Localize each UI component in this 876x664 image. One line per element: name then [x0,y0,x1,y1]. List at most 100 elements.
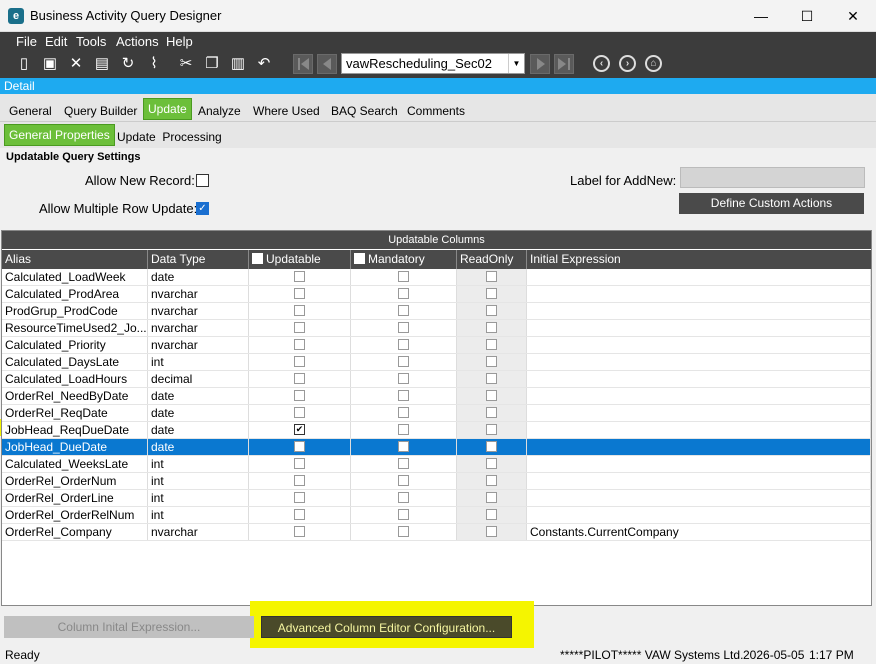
updatable-checkbox[interactable] [294,526,305,537]
mandatory-checkbox[interactable] [398,356,409,367]
cell-mandatory[interactable] [351,439,457,455]
cell-updatable[interactable] [249,473,351,489]
cell-updatable[interactable] [249,337,351,353]
cell-mandatory[interactable] [351,269,457,285]
updatable-all-checkbox[interactable] [252,253,263,264]
updatable-checkbox[interactable] [294,288,305,299]
header-readonly[interactable]: ReadOnly [457,250,527,269]
tab-update[interactable]: Update [143,98,192,120]
menu-tools[interactable]: Tools [76,34,106,49]
cell-initial-expression[interactable] [527,388,871,404]
cell-initial-expression[interactable]: Constants.CurrentCompany [527,524,871,540]
mandatory-all-checkbox[interactable] [354,253,365,264]
header-mandatory[interactable]: Mandatory [351,250,457,269]
cell-mandatory[interactable] [351,371,457,387]
cell-initial-expression[interactable] [527,337,871,353]
cell-readonly[interactable] [457,320,527,336]
brush-icon[interactable]: ⌇ [144,54,164,74]
updatable-checkbox[interactable] [294,356,305,367]
mandatory-checkbox[interactable] [398,424,409,435]
tab-general-properties[interactable]: General Properties [4,124,115,146]
readonly-checkbox[interactable] [486,509,497,520]
tab-general[interactable]: General [9,104,52,118]
cell-mandatory[interactable] [351,490,457,506]
cell-data-type[interactable]: int [148,456,249,472]
chevron-down-icon[interactable]: ▼ [508,54,524,73]
table-row[interactable]: Calculated_LoadWeek date [2,269,871,286]
cell-mandatory[interactable] [351,303,457,319]
table-row[interactable]: ProdGrup_ProdCode nvarchar [2,303,871,320]
readonly-checkbox[interactable] [486,526,497,537]
mandatory-checkbox[interactable] [398,475,409,486]
tab-where-used[interactable]: Where Used [253,104,320,118]
readonly-checkbox[interactable] [486,407,497,418]
cell-alias[interactable]: JobHead_DueDate [2,439,148,455]
cell-updatable[interactable] [249,507,351,523]
cell-readonly[interactable] [457,303,527,319]
updatable-checkbox[interactable] [294,322,305,333]
table-row[interactable]: ResourceTimeUsed2_Jo... nvarchar [2,320,871,337]
cell-alias[interactable]: OrderRel_OrderNum [2,473,148,489]
cell-mandatory[interactable] [351,456,457,472]
cell-alias[interactable]: OrderRel_Company [2,524,148,540]
cell-initial-expression[interactable] [527,405,871,421]
cell-alias[interactable]: Calculated_LoadWeek [2,269,148,285]
updatable-checkbox[interactable] [294,509,305,520]
readonly-checkbox[interactable] [486,492,497,503]
previous-record-icon[interactable] [317,54,337,74]
header-data-type[interactable]: Data Type [148,250,249,269]
mandatory-checkbox[interactable] [398,509,409,520]
readonly-checkbox[interactable] [486,441,497,452]
cell-updatable[interactable]: ✔ [249,422,351,438]
tab-comments[interactable]: Comments [407,104,465,118]
cell-data-type[interactable]: nvarchar [148,286,249,302]
cell-updatable[interactable] [249,439,351,455]
table-row[interactable]: Calculated_ProdArea nvarchar [2,286,871,303]
cell-initial-expression[interactable] [527,286,871,302]
readonly-checkbox[interactable] [486,322,497,333]
cell-alias[interactable]: Calculated_WeeksLate [2,456,148,472]
clear-icon[interactable]: ▤ [92,54,112,74]
cell-alias[interactable]: OrderRel_OrderLine [2,490,148,506]
tab-query-builder[interactable]: Query Builder [64,104,137,118]
readonly-checkbox[interactable] [486,373,497,384]
menu-actions[interactable]: Actions [116,34,159,49]
cell-alias[interactable]: ProdGrup_ProdCode [2,303,148,319]
advanced-column-editor-button[interactable]: Advanced Column Editor Configuration... [261,616,512,638]
cell-updatable[interactable] [249,303,351,319]
cell-readonly[interactable] [457,422,527,438]
cell-mandatory[interactable] [351,405,457,421]
updatable-checkbox[interactable] [294,492,305,503]
cell-data-type[interactable]: nvarchar [148,524,249,540]
mandatory-checkbox[interactable] [398,373,409,384]
table-row[interactable]: Calculated_WeeksLate int [2,456,871,473]
cell-data-type[interactable]: date [148,388,249,404]
column-initial-expression-button[interactable]: Column Inital Expression... [4,616,254,638]
copy-icon[interactable]: ❐ [202,54,222,74]
delete-icon[interactable]: ✕ [66,54,86,74]
define-custom-actions-button[interactable]: Define Custom Actions [679,193,864,214]
menu-edit[interactable]: Edit [45,34,67,49]
addnew-input[interactable] [680,167,865,188]
mandatory-checkbox[interactable] [398,271,409,282]
updatable-checkbox[interactable] [294,390,305,401]
cell-alias[interactable]: ResourceTimeUsed2_Jo... [2,320,148,336]
table-row[interactable]: OrderRel_Company nvarchar Constants.Curren… [2,524,871,541]
cell-updatable[interactable] [249,524,351,540]
cell-data-type[interactable]: date [148,439,249,455]
mandatory-checkbox[interactable] [398,339,409,350]
cell-mandatory[interactable] [351,354,457,370]
cell-data-type[interactable]: date [148,422,249,438]
back-icon[interactable]: ‹ [593,55,610,72]
new-icon[interactable]: ▯ [14,54,34,74]
table-row[interactable]: OrderRel_NeedByDate date [2,388,871,405]
forward-icon[interactable]: › [619,55,636,72]
save-icon[interactable]: ▣ [40,54,60,74]
home-icon[interactable]: ⌂ [645,55,662,72]
table-row[interactable]: Calculated_DaysLate int [2,354,871,371]
cell-updatable[interactable] [249,456,351,472]
cell-initial-expression[interactable] [527,473,871,489]
cell-data-type[interactable]: nvarchar [148,303,249,319]
cell-data-type[interactable]: date [148,405,249,421]
cell-data-type[interactable]: int [148,473,249,489]
